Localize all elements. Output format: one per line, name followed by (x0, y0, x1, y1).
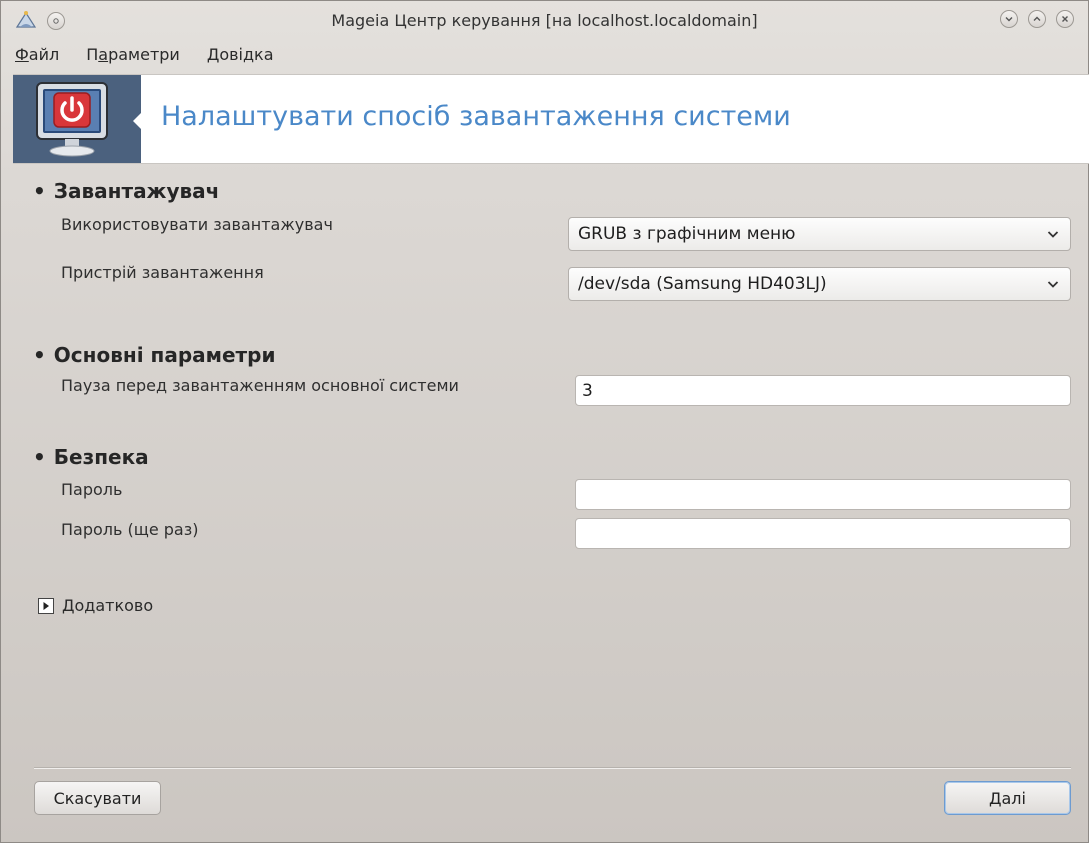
expand-arrow-icon (38, 597, 54, 614)
close-icon[interactable] (1056, 10, 1074, 28)
password-again-label: Пароль (ще раз) (61, 520, 199, 539)
maximize-icon[interactable] (1028, 10, 1046, 28)
advanced-expander[interactable]: Додатково (38, 596, 153, 615)
minimize-icon[interactable] (1000, 10, 1018, 28)
menu-options[interactable]: Параметри (86, 45, 193, 64)
section-bootloader-title: • Завантажувач (33, 179, 220, 203)
chevron-down-icon (1047, 281, 1059, 288)
use-bootloader-label: Використовувати завантажувач (61, 215, 333, 234)
window-title: Mageia Центр керування [на localhost.loc… (331, 11, 758, 30)
password-again-input[interactable] (575, 518, 1071, 549)
advanced-label: Додатково (62, 596, 154, 615)
power-monitor-icon (36, 82, 108, 157)
menu-bar: Файл Параметри Довідка (15, 45, 301, 64)
button-separator (34, 767, 1071, 769)
chevron-down-icon (1047, 231, 1059, 238)
menu-help[interactable]: Довідка (207, 45, 287, 64)
banner-notch (133, 111, 143, 131)
password-label: Пароль (61, 480, 123, 499)
title-bar: Mageia Центр керування [на localhost.loc… (1, 1, 1088, 41)
boot-delay-input[interactable]: 3 (575, 375, 1071, 406)
boot-delay-value: 3 (582, 380, 593, 401)
boot-delay-label: Пауза перед завантаженням основної систе… (61, 376, 459, 395)
menu-file[interactable]: Файл (15, 45, 72, 64)
bootloader-select[interactable]: GRUB з графічним меню (568, 217, 1071, 251)
window-controls (1000, 10, 1074, 28)
next-button[interactable]: Далі (944, 781, 1071, 815)
bootloader-select-value: GRUB з графічним меню (578, 224, 796, 244)
boot-device-select[interactable]: /dev/sda (Samsung HD403LJ) (568, 267, 1071, 301)
boot-device-label: Пристрій завантаження (61, 263, 264, 282)
boot-device-select-value: /dev/sda (Samsung HD403LJ) (578, 274, 827, 294)
page-title: Налаштувати спосіб завантаження системи (161, 101, 791, 132)
section-security-title: • Безпека (33, 445, 149, 469)
main-window: Mageia Центр керування [на localhost.loc… (0, 0, 1089, 843)
section-main-options-title: • Основні параметри (33, 343, 276, 367)
cancel-button[interactable]: Скасувати (34, 781, 161, 815)
banner-icon-box (13, 75, 141, 163)
password-input[interactable] (575, 479, 1071, 510)
header-banner: Налаштувати спосіб завантаження системи (13, 74, 1089, 164)
